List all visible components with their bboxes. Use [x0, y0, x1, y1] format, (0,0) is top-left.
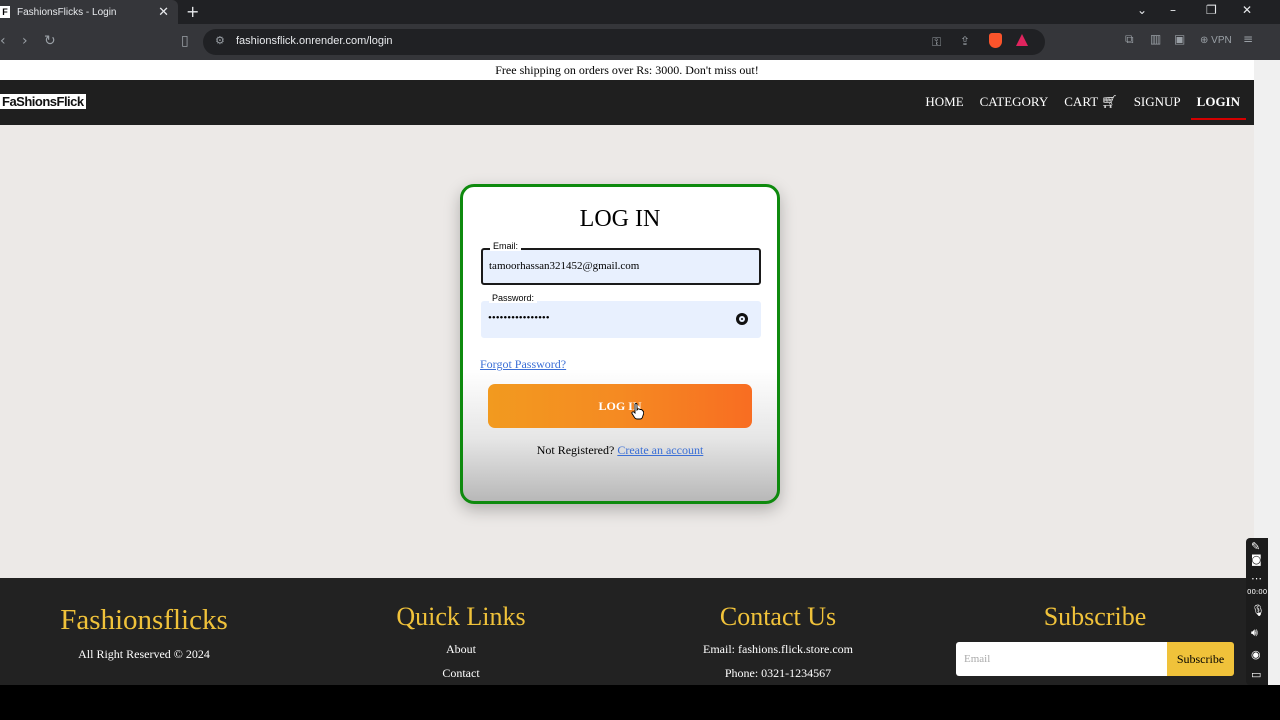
bookmark-icon[interactable]: ▯: [181, 33, 189, 49]
password-label: Password:: [489, 293, 538, 303]
tab-search-icon[interactable]: ⌄: [1137, 3, 1147, 17]
login-card: LOG IN Email: tamoorhassan321452@gmail.c…: [460, 184, 780, 504]
footer-quick-links: Quick Links About Contact: [381, 602, 541, 681]
site-info-icon[interactable]: ⚙: [215, 34, 225, 47]
more-icon[interactable]: ⋯: [1251, 572, 1262, 585]
footer-brand: Fashionsflicks: [60, 604, 228, 636]
nav-links: HOME CATEGORY CART 🛒︎ SIGNUP LOGIN: [909, 94, 1247, 120]
browser-toolbar: ‹ › ↻ ▯ ⚙ fashionsflick.onrender.com/log…: [0, 24, 1280, 60]
key-icon[interactable]: ⚿: [932, 35, 941, 50]
favicon-icon: F: [0, 6, 10, 18]
extensions-icon[interactable]: ⧉: [1125, 32, 1134, 47]
window-close-icon[interactable]: ✕: [1242, 3, 1252, 17]
contact-phone: Phone: 0321-1234567: [724, 666, 832, 680]
page-viewport: Free shipping on orders over Rs: 3000. D…: [0, 60, 1254, 685]
quick-links-title: Quick Links: [396, 602, 526, 631]
speaker-icon[interactable]: 🔊︎: [1251, 626, 1258, 640]
subscribe-title: Subscribe: [1043, 602, 1147, 631]
footer-subscribe: Subscribe: [995, 602, 1195, 632]
create-account-link[interactable]: Create an account: [617, 443, 703, 457]
footer-brand-column: Fashionsflicks All Right Reserved © 2024: [44, 604, 244, 662]
footer-copyright: All Right Reserved © 2024: [78, 647, 210, 661]
screen-icon[interactable]: ▭: [1251, 668, 1261, 681]
site-navbar: FaShionsFlick HOME CATEGORY CART 🛒︎ SIGN…: [0, 80, 1254, 125]
contact-email: Email: fashions.flick.store.com: [703, 642, 853, 656]
email-label: Email:: [490, 241, 522, 251]
email-value: tamoorhassan321452@gmail.com: [489, 260, 640, 272]
nav-home[interactable]: HOME: [925, 94, 963, 110]
address-bar[interactable]: ⚙ fashionsflick.onrender.com/login ⚿ ⇪: [203, 29, 1045, 55]
nav-login[interactable]: LOGIN: [1190, 94, 1247, 120]
nav-cart[interactable]: CART 🛒︎: [1064, 94, 1117, 110]
recording-timer: 00:00: [1247, 588, 1268, 596]
back-icon[interactable]: ‹: [0, 33, 6, 49]
site-logo[interactable]: FaShionsFlick: [0, 94, 86, 109]
share-icon[interactable]: ⇪: [960, 34, 970, 48]
letterbox-bottom: [0, 685, 1280, 720]
camera-icon[interactable]: ◙: [1251, 553, 1262, 566]
password-field[interactable]: Password: ••••••••••••••••: [481, 293, 761, 338]
brave-shields-icon[interactable]: [989, 33, 1002, 48]
show-password-icon[interactable]: [736, 313, 748, 325]
browser-tab[interactable]: F FashionsFlicks - Login ✕: [0, 0, 178, 24]
vpn-button[interactable]: ⊕ VPN: [1200, 35, 1232, 46]
mic-icon[interactable]: 🎙︎: [1251, 604, 1265, 617]
not-registered-text: Not Registered? Create an account: [463, 443, 777, 458]
browser-tab-bar: F FashionsFlicks - Login ✕ + ⌄ – ❐ ✕: [0, 0, 1280, 24]
email-field[interactable]: Email: tamoorhassan321452@gmail.com: [481, 241, 761, 285]
new-tab-icon[interactable]: +: [186, 2, 199, 21]
webcam-icon[interactable]: ◉: [1251, 648, 1261, 661]
reload-icon[interactable]: ↻: [44, 33, 56, 49]
nav-signup[interactable]: SIGNUP: [1134, 94, 1181, 110]
footer-contact: Contact Us Email: fashions.flick.store.c…: [678, 602, 878, 681]
brave-rewards-icon[interactable]: [1016, 34, 1028, 46]
not-registered-label: Not Registered?: [536, 443, 615, 457]
sidebar-icon[interactable]: ▥: [1150, 32, 1161, 46]
footer-link-contact[interactable]: Contact: [381, 666, 541, 681]
wallet-icon[interactable]: ▣: [1174, 32, 1185, 46]
forgot-password-link[interactable]: Forgot Password?: [480, 357, 566, 372]
subscribe-email-input[interactable]: [956, 642, 1167, 676]
login-title: LOG IN: [579, 206, 661, 232]
site-footer: Fashionsflicks All Right Reserved © 2024…: [0, 578, 1254, 685]
pen-icon[interactable]: ✎: [1251, 540, 1260, 553]
subscribe-button[interactable]: Subscribe: [1167, 642, 1234, 676]
menu-icon[interactable]: ≡: [1243, 32, 1253, 46]
announcement-bar: Free shipping on orders over Rs: 3000. D…: [0, 60, 1254, 80]
password-value: ••••••••••••••••: [488, 312, 550, 324]
hand-cursor-icon: [631, 403, 644, 420]
minimize-icon[interactable]: –: [1170, 3, 1176, 17]
vpn-label: VPN: [1211, 35, 1232, 46]
subscribe-form: Subscribe: [956, 642, 1234, 676]
footer-link-about[interactable]: About: [381, 642, 541, 657]
close-tab-icon[interactable]: ✕: [158, 5, 169, 20]
restore-icon[interactable]: ❐: [1206, 3, 1217, 17]
contact-title: Contact Us: [719, 602, 837, 631]
recorder-overlay: ✎ ◙ ⋯ 00:00 🎙︎ 🔊︎ ◉ ▭: [1246, 538, 1268, 685]
nav-category[interactable]: CATEGORY: [980, 94, 1049, 110]
login-button[interactable]: LOG IN: [488, 384, 752, 428]
url-text: fashionsflick.onrender.com/login: [236, 35, 393, 47]
forward-icon[interactable]: ›: [22, 33, 28, 49]
cart-icon: 🛒︎: [1101, 94, 1118, 109]
nav-cart-label: CART: [1064, 94, 1098, 109]
tab-title: FashionsFlicks - Login: [17, 6, 117, 18]
